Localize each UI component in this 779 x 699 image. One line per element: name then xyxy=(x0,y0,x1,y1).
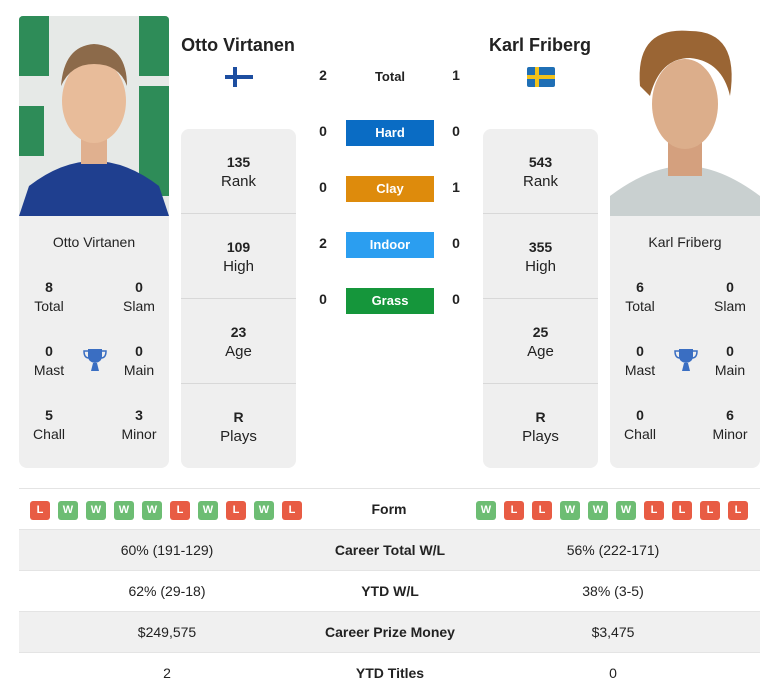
form-badge-win[interactable]: W xyxy=(476,501,496,520)
form-badge-win[interactable]: W xyxy=(114,501,134,520)
player1-titles-minor: 3 Minor xyxy=(121,407,157,442)
player1-titles-total: 8 Total xyxy=(34,279,64,314)
surface-clay-button[interactable]: Clay xyxy=(346,176,434,202)
form-badge-loss[interactable]: L xyxy=(170,501,190,520)
form-badge-win[interactable]: W xyxy=(254,501,274,520)
player2-stats-column: 543 Rank 355 High 25 Age R Plays xyxy=(483,129,598,468)
player2-prize-money: $3,475 xyxy=(591,624,635,640)
form-badge-win[interactable]: W xyxy=(142,501,162,520)
trophy-icon xyxy=(83,349,107,371)
form-badge-loss[interactable]: L xyxy=(282,501,302,520)
player1-ytd-titles: 2 xyxy=(163,665,171,681)
form-badge-loss[interactable]: L xyxy=(644,501,664,520)
surface-grass-button[interactable]: Grass xyxy=(346,288,434,314)
form-badge-win[interactable]: W xyxy=(616,501,636,520)
trophy-icon xyxy=(674,349,698,371)
form-badge-loss[interactable]: L xyxy=(504,501,524,520)
form-row: LWWWWLWLWL Form WLLWWWLLLL xyxy=(19,488,760,530)
player2-photo xyxy=(610,16,760,216)
form-badge-win[interactable]: W xyxy=(86,501,106,520)
h2h-total-p2: 1 xyxy=(452,67,460,83)
player2-titles-card: Karl Friberg 6 Total 0 Slam 0 Mast 0 Main 0C… xyxy=(610,216,760,468)
player1-high: 109 High xyxy=(181,214,296,299)
h2h-grass-p1: 0 xyxy=(319,291,327,307)
player2-ytd-titles: 0 xyxy=(609,665,617,681)
player2-titles-slam: 0 Slam xyxy=(714,279,746,314)
h2h-clay-p2: 1 xyxy=(452,179,460,195)
h2h-total-label: Total xyxy=(374,69,406,84)
career-wl-label: Career Total W/L xyxy=(334,542,446,558)
player2-name-link[interactable]: Karl Friberg xyxy=(470,35,610,56)
player1-titles-mast: 0 Mast xyxy=(33,343,65,378)
stats-row-ytd-wl: 62% (29-18) YTD W/L 38% (3-5) xyxy=(19,571,760,612)
player1-prize-money: $249,575 xyxy=(137,624,197,640)
form-badge-loss[interactable]: L xyxy=(226,501,246,520)
form-badge-loss[interactable]: L xyxy=(672,501,692,520)
sweden-flag-icon xyxy=(527,67,555,87)
player2-card-name: Karl Friberg xyxy=(648,234,722,250)
h2h-total-p1: 2 xyxy=(319,67,327,83)
form-badge-loss[interactable]: L xyxy=(700,501,720,520)
player2-titles-minor: 6 Minor xyxy=(712,407,748,442)
player2-high: 355 High xyxy=(483,214,598,299)
surface-hard-button[interactable]: Hard xyxy=(346,120,434,146)
ytd-wl-label: YTD W/L xyxy=(361,583,419,599)
player1-career-wl: 60% (191-129) xyxy=(120,542,214,558)
form-badge-loss[interactable]: L xyxy=(30,501,50,520)
player1-age: 23 Age xyxy=(181,299,296,384)
player1-rank: 135 Rank xyxy=(181,129,296,214)
player2-titles-chall: 0 Chall xyxy=(624,407,656,442)
form-label: Form xyxy=(371,501,407,517)
h2h-hard-p2: 0 xyxy=(452,123,460,139)
h2h-hard-p1: 0 xyxy=(319,123,327,139)
stats-row-career-wl: 60% (191-129) Career Total W/L 56% (222-… xyxy=(19,530,760,571)
player2-ytd-wl: 38% (3-5) xyxy=(582,583,644,599)
prize-money-label: Career Prize Money xyxy=(325,624,455,640)
surface-indoor-button[interactable]: Indoor xyxy=(346,232,434,258)
form-badge-win[interactable]: W xyxy=(198,501,218,520)
form-badge-win[interactable]: W xyxy=(560,501,580,520)
player1-plays: R Plays xyxy=(220,409,257,445)
finland-flag-icon xyxy=(225,67,253,87)
form-badge-win[interactable]: W xyxy=(58,501,78,520)
h2h-clay-p1: 0 xyxy=(319,179,327,195)
h2h-indoor-p1: 2 xyxy=(319,235,327,251)
form-badge-loss[interactable]: L xyxy=(532,501,552,520)
form-badge-loss[interactable]: L xyxy=(728,501,748,520)
player2-age: 25 Age xyxy=(483,299,598,384)
player1-titles-chall: 5 Chall xyxy=(33,407,65,442)
player2-titles-mast: 0 Mast xyxy=(624,343,656,378)
player1-name-link[interactable]: Otto Virtanen xyxy=(168,35,308,56)
player1-titles-card: Otto Virtanen 8 Total 0 Slam 0 Mast 0 Main 5… xyxy=(19,216,169,468)
player2-plays: R Plays xyxy=(522,409,559,445)
player2-career-wl: 56% (222-171) xyxy=(566,542,660,558)
form-badge-win[interactable]: W xyxy=(588,501,608,520)
stats-row-ytd-titles: 2 YTD Titles 0 xyxy=(19,653,760,694)
player2-titles-main: 0 Main xyxy=(714,343,746,378)
ytd-titles-label: YTD Titles xyxy=(355,665,425,681)
player1-card-name: Otto Virtanen xyxy=(52,234,136,250)
stats-row-prize-money: $249,575 Career Prize Money $3,475 xyxy=(19,612,760,653)
h2h-indoor-p2: 0 xyxy=(452,235,460,251)
player1-stats-column: 135 Rank 109 High 23 Age R Plays xyxy=(181,129,296,468)
h2h-grass-p2: 0 xyxy=(452,291,460,307)
player1-photo xyxy=(19,16,169,216)
player2-rank: 543 Rank xyxy=(483,129,598,214)
player1-titles-main: 0 Main xyxy=(123,343,155,378)
player1-ytd-wl: 62% (29-18) xyxy=(128,583,206,599)
player1-titles-slam: 0 Slam xyxy=(123,279,155,314)
player2-titles-total: 6 Total xyxy=(625,279,655,314)
